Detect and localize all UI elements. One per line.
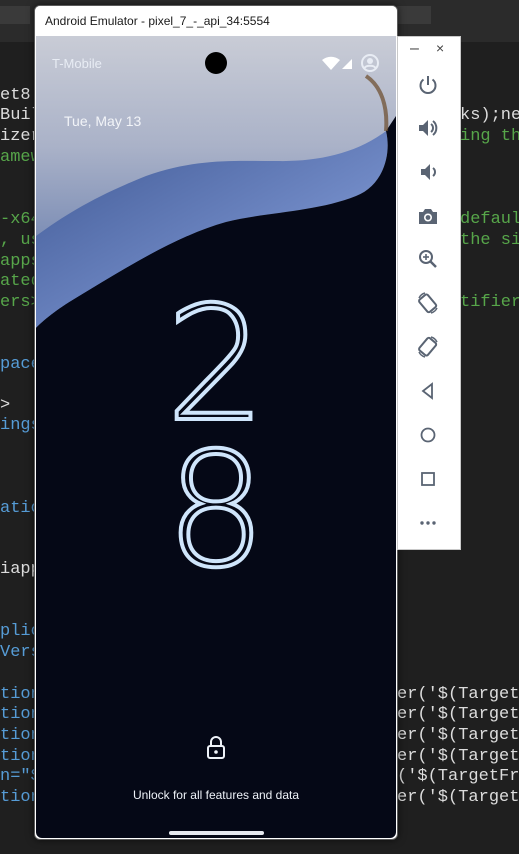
code-line: the sin [460,231,519,250]
home-button[interactable] [414,421,442,449]
emulator-title: Android Emulator - pixel_7_-_api_34:5554 [45,14,270,28]
overview-icon [421,472,435,486]
device-screen[interactable]: T-Mobile Tue, May 13 2 8 Unlock for all … [36,36,396,838]
lock-icon[interactable] [206,736,226,760]
power-button[interactable] [414,71,442,99]
code-line: er('$(TargetF [397,726,519,745]
code-line: > [0,396,11,415]
clock-minute: 8 [36,430,396,592]
code-line: ('$(TargetFran [397,767,519,786]
status-icons [320,52,380,74]
editor-tab-strip [0,6,30,24]
clock-hour: 2 [36,284,396,446]
rotate-left-button[interactable] [414,289,442,317]
code-line: tifier [460,293,519,312]
volume-down-icon [421,164,436,180]
wifi-icon [322,56,340,70]
volume-up-button[interactable] [414,114,442,142]
code-line: ks);net [460,106,519,125]
carrier-label: T-Mobile [52,56,102,71]
toolbar-close-button[interactable]: × [436,40,444,56]
screenshot-button[interactable] [414,202,442,230]
rotate-left-icon [418,292,438,314]
volume-up-icon [419,120,438,136]
camera-icon [419,209,437,224]
emulator-toolbar: – × [397,36,461,550]
clock-minute-digit: 8 [164,419,269,603]
code-line: er('$(TargetF [397,747,519,766]
code-line: er('$(TargetF [397,788,519,807]
volume-down-button[interactable] [414,158,442,186]
lockscreen-date: Tue, May 13 [64,113,142,129]
zoom-icon [419,250,437,268]
emulator-window[interactable]: Android Emulator - pixel_7_-_api_34:5554 [34,5,398,840]
code-line: ing th [460,127,519,146]
camera-cutout [205,52,227,74]
back-button[interactable] [414,377,442,405]
unlock-hint: Unlock for all features and data [132,788,300,802]
more-icon [420,521,436,525]
overview-button[interactable] [414,465,442,493]
home-icon [420,427,436,443]
rotate-right-button[interactable] [414,333,442,361]
code-line: er('$(TargetF [397,705,519,724]
power-icon [419,76,437,94]
more-button[interactable] [414,509,442,537]
zoom-button[interactable] [414,245,442,273]
code-line: defaul [460,210,519,229]
signal-icon [342,59,352,69]
rotate-right-icon [418,336,438,358]
editor-tab-strip [397,6,431,24]
toolbar-minimize-button[interactable]: – [410,40,419,58]
back-icon [421,382,433,400]
code-line: er('$(TargetF [397,685,519,704]
gesture-home-bar[interactable] [169,831,264,835]
emulator-title-bar[interactable]: Android Emulator - pixel_7_-_api_34:5554 [35,6,397,36]
account-icon [361,54,379,72]
